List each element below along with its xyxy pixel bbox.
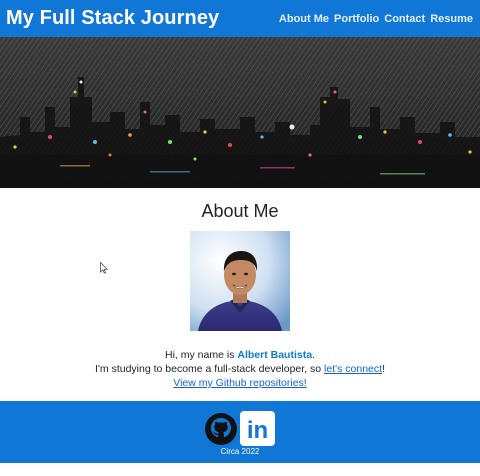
intro-line-3: View my Github repositories!: [0, 376, 480, 390]
footer: in Circa 2022: [0, 401, 480, 463]
nav-portfolio[interactable]: Portfolio: [334, 13, 379, 25]
lets-connect-link[interactable]: let's connect: [324, 363, 382, 375]
skyline-image: [0, 37, 480, 188]
studying-text: I'm studying to become a full-stack deve…: [94, 363, 325, 375]
hero-skyline-banner: [0, 37, 480, 188]
github-icon[interactable]: [205, 413, 237, 445]
navbar: My Full Stack Journey About Me Portfolio…: [0, 0, 480, 37]
greeting-suffix: .: [312, 349, 315, 361]
intro-line-2: I'm studying to become a full-stack deve…: [0, 362, 480, 376]
profile-photo: [190, 231, 290, 331]
nav-contact[interactable]: Contact: [384, 13, 425, 25]
circa-text: Circa 2022: [220, 447, 260, 456]
about-me-heading: About Me: [201, 201, 279, 221]
site-title[interactable]: My Full Stack Journey: [6, 7, 219, 30]
greeting-text: Hi, my name is: [165, 349, 238, 361]
nav-resume[interactable]: Resume: [430, 13, 473, 25]
nav-links: About Me Portfolio Contact Resume: [279, 13, 473, 25]
github-repos-link[interactable]: View my Github repositories!: [173, 377, 306, 389]
nav-about-me[interactable]: About Me: [279, 13, 329, 25]
exclamation-text: !: [382, 363, 385, 375]
mouse-cursor-icon: [100, 262, 108, 274]
intro-line-1: Hi, my name is Albert Bautista.: [0, 348, 480, 362]
author-name: Albert Bautista: [237, 349, 313, 361]
linkedin-text: in: [247, 417, 268, 444]
linkedin-icon[interactable]: in: [240, 411, 275, 446]
intro-text: Hi, my name is Albert Bautista. I'm stud…: [0, 348, 480, 390]
